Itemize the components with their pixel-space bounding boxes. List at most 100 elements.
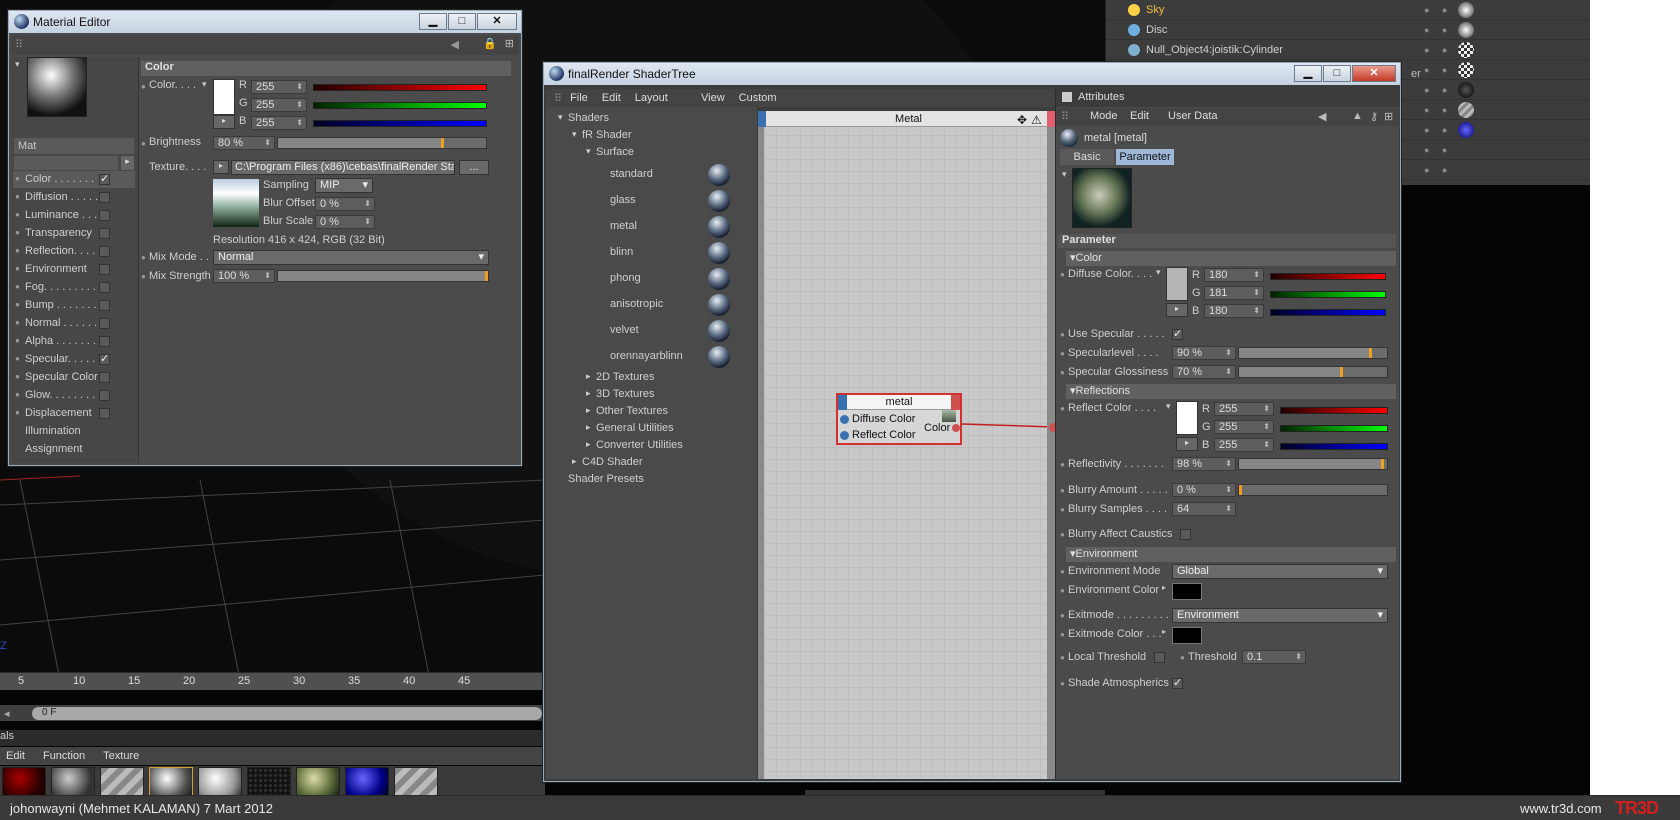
material-editor-titlebar[interactable]: Material Editor ▁ □ ✕ — [9, 11, 521, 33]
specularlevel-slider[interactable] — [1238, 347, 1388, 359]
channel-checkbox[interactable] — [99, 336, 110, 347]
tree-expand-arrow-icon[interactable]: ▸ — [586, 388, 591, 399]
minimize-button[interactable]: ▁ — [1294, 65, 1322, 82]
color-menu-arrow-icon[interactable]: ▾ — [1166, 401, 1171, 412]
visibility-dots-icon[interactable]: ● ● — [1424, 105, 1452, 115]
tree-expand-arrow-icon[interactable]: ▸ — [586, 405, 591, 416]
material-tag-icon[interactable] — [1458, 81, 1474, 98]
shadertree-titlebar[interactable]: finalRender ShaderTree ▁ □ ✕ — [544, 63, 1400, 85]
visibility-dots-icon[interactable]: ● ● — [1424, 25, 1452, 35]
tree-expand-arrow-icon[interactable]: ▾ — [586, 146, 591, 157]
color-menu-arrow-icon[interactable]: ▾ — [1156, 267, 1161, 278]
reflect-g-slider[interactable] — [1280, 425, 1388, 432]
environment-section-heading[interactable]: ▾Environment — [1066, 547, 1396, 562]
reflect-color-swatch[interactable] — [1176, 401, 1198, 435]
reflect-g-field[interactable]: 255 — [1214, 420, 1274, 434]
visibility-dots-icon[interactable]: ● ● — [1424, 65, 1452, 75]
shader-tree-item[interactable]: ▾ fR Shader — [572, 128, 753, 145]
diffuse-r-slider[interactable] — [1270, 273, 1386, 280]
channel-checkbox[interactable] — [99, 282, 110, 293]
exitmode-dropdown[interactable]: Environment — [1172, 608, 1388, 623]
channel-checkbox[interactable] — [99, 246, 110, 257]
shader-tree-item[interactable]: metal — [600, 214, 753, 240]
color-picker-button[interactable]: ▸ — [213, 115, 235, 129]
channel-item[interactable]: ● Transparency — [13, 225, 135, 242]
channel-checkbox[interactable] — [99, 264, 110, 275]
mix-strength-field[interactable]: 100 % — [213, 269, 275, 283]
shader-tree-item[interactable]: glass — [600, 188, 753, 214]
mm-menu-texture[interactable]: Texture — [103, 750, 139, 762]
specularlevel-field[interactable]: 90 % — [1172, 346, 1236, 360]
collapse-arrow-icon[interactable]: ▾ — [15, 59, 20, 70]
brightness-slider[interactable] — [277, 137, 487, 149]
attr-menu-edit[interactable]: Edit — [1130, 110, 1149, 122]
color-b-slider[interactable] — [313, 120, 487, 127]
color-r-slider[interactable] — [313, 84, 487, 91]
mm-menu-function[interactable]: Function — [43, 750, 85, 762]
tree-expand-arrow-icon[interactable]: ▸ — [586, 439, 591, 450]
menu-custom[interactable]: Custom — [739, 92, 777, 104]
material-tag-icon[interactable] — [1458, 61, 1474, 78]
diffuse-picker-button[interactable]: ▸ — [1166, 303, 1188, 317]
node-canvas[interactable]: Metal ✥ ⚠ metal Diffuse Color Reflect Co… — [758, 111, 1059, 779]
color-g-field[interactable]: 255 — [251, 98, 307, 112]
material-tag-icon[interactable] — [1458, 121, 1474, 138]
channel-item[interactable]: ● Specular Color — [13, 369, 135, 386]
reflections-section-heading[interactable]: ▾Reflections — [1066, 384, 1396, 399]
diffuse-r-field[interactable]: 180 — [1204, 268, 1264, 282]
shader-tree-item[interactable]: ▾ Surface — [586, 145, 753, 162]
visibility-dots-icon[interactable]: ● ● — [1424, 45, 1452, 55]
tree-expand-arrow-icon[interactable]: ▸ — [572, 456, 577, 467]
blur-offset-field[interactable]: 0 % — [315, 197, 375, 211]
back-arrow-icon[interactable]: ◀ — [451, 38, 459, 51]
input-port-icon[interactable] — [840, 415, 849, 424]
visibility-dots-icon[interactable]: ● ● — [1424, 5, 1452, 15]
menu-layout[interactable]: Layout — [635, 92, 668, 104]
shade-atmospherics-checkbox[interactable]: ✓ — [1172, 678, 1183, 689]
shader-tree-item[interactable]: velvet — [600, 318, 753, 344]
diffuse-g-field[interactable]: 181 — [1204, 286, 1264, 300]
channel-item[interactable]: ● Bump . . . . . . . — [13, 297, 135, 314]
shader-tree-item[interactable]: orennayarblinn — [600, 344, 753, 370]
channel-checkbox[interactable] — [99, 372, 110, 383]
close-button[interactable]: ✕ — [1352, 65, 1396, 82]
shader-tree-item[interactable]: standard — [600, 162, 753, 188]
visibility-dots-icon[interactable]: ● ● — [1424, 125, 1452, 135]
output-port-icon[interactable] — [952, 424, 960, 432]
reflect-b-field[interactable]: 255 — [1214, 438, 1274, 452]
channel-item[interactable]: ● Displacement — [13, 405, 135, 422]
channel-checkbox[interactable] — [99, 318, 110, 329]
lock-icon[interactable]: ⚷ — [1370, 110, 1378, 123]
sampling-dropdown[interactable]: MIP — [315, 178, 373, 193]
maximize-button[interactable]: □ — [448, 13, 476, 30]
mix-mode-dropdown[interactable]: Normal — [213, 250, 489, 265]
channel-item[interactable]: ● Glow. . . . . . . . — [13, 387, 135, 404]
lock-icon[interactable]: 🔒 — [483, 37, 497, 50]
close-button[interactable]: ✕ — [477, 13, 517, 30]
color-swatch[interactable] — [213, 79, 235, 115]
material-tag-icon[interactable] — [1458, 101, 1474, 118]
material-nav-button[interactable]: ▸ — [121, 156, 134, 170]
tree-expand-arrow-icon[interactable]: ▾ — [572, 129, 577, 140]
visibility-dots-icon[interactable]: ● ● — [1424, 145, 1452, 155]
texture-thumbnail[interactable] — [213, 179, 259, 227]
metal-shader-node[interactable]: metal Diffuse Color Reflect Color Color — [836, 393, 962, 445]
reflect-r-slider[interactable] — [1280, 407, 1388, 414]
channel-checkbox[interactable] — [99, 408, 110, 419]
input-port-icon[interactable] — [840, 431, 849, 440]
diffuse-color-swatch[interactable] — [1166, 267, 1188, 301]
color-section-heading[interactable]: ▾Color — [1066, 251, 1396, 266]
up-arrow-icon[interactable]: ▲ — [1352, 110, 1363, 122]
channel-item[interactable]: ● Color . . . . . . . ✓ — [13, 171, 135, 188]
mm-menu-edit[interactable]: Edit — [6, 750, 25, 762]
shader-tree-item[interactable]: anisotropic — [600, 292, 753, 318]
collapse-arrow-icon[interactable]: ▾ — [1062, 169, 1067, 180]
reflectivity-field[interactable]: 98 % — [1172, 457, 1236, 471]
shader-tree-item[interactable]: blinn — [600, 240, 753, 266]
reflect-r-field[interactable]: 255 — [1214, 402, 1274, 416]
reflect-picker-button[interactable]: ▸ — [1176, 437, 1198, 451]
frame-arrow-icon[interactable]: ◂ — [4, 707, 10, 720]
visibility-dots-icon[interactable]: ● ● — [1424, 165, 1452, 175]
material-tag-icon[interactable] — [1458, 21, 1474, 38]
channel-checkbox[interactable] — [99, 210, 110, 221]
